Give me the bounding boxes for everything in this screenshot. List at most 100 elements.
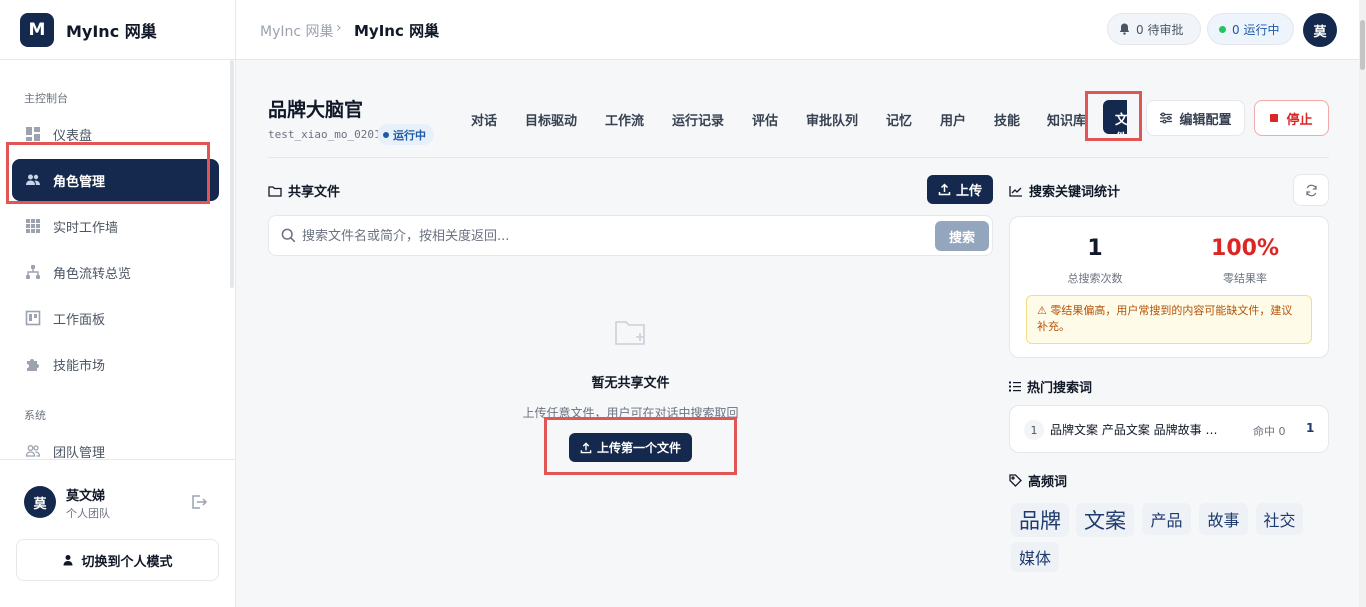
user-team: 个人团队 <box>66 507 110 520</box>
hot-search-list: 1 品牌文案 产品文案 品牌故事 社交媒体 命中 0 1 <box>1009 405 1329 453</box>
file-search-box: 搜索 <box>268 215 993 256</box>
logout-icon[interactable] <box>190 493 208 511</box>
grid-icon <box>24 217 42 235</box>
hot-search-rank: 1 <box>1024 420 1044 440</box>
tab-knowledge-clip: 知识库 <box>1047 100 1087 136</box>
frequent-words-heading: 高频词 <box>1009 471 1067 490</box>
users-icon <box>24 171 42 189</box>
hot-searches-heading: 热门搜索词 <box>1009 377 1092 396</box>
sidebar-item-label: 工作面板 <box>53 312 106 328</box>
tab-chat[interactable]: 对话 <box>471 110 497 129</box>
upload-button[interactable]: 上传 <box>927 175 993 204</box>
tab-knowledge-base[interactable]: 知识库 <box>1047 110 1086 129</box>
pending-approvals-label: 0 待审批 <box>1136 22 1184 37</box>
zero-result-rate-label: 零结果率 <box>1223 272 1267 285</box>
breadcrumb-current: MyInc 网巢 <box>354 22 440 40</box>
tab-run-log[interactable]: 运行记录 <box>672 110 724 129</box>
header-divider <box>268 157 1329 158</box>
search-stats-title: 搜索关键词统计 <box>1029 185 1121 200</box>
running-badge[interactable]: 0 运行中 <box>1207 13 1294 45</box>
upload-label: 上传 <box>955 184 982 199</box>
team-icon <box>24 442 42 458</box>
tab-goal-driven[interactable]: 目标驱动 <box>525 110 577 129</box>
top-avatar[interactable]: 莫 <box>1303 13 1337 47</box>
user-name: 莫文娣 <box>66 489 106 504</box>
word-tag[interactable]: 故事 <box>1199 503 1248 535</box>
sidebar-item-label: 技能市场 <box>53 358 106 374</box>
tab-skills[interactable]: 技能 <box>994 110 1020 129</box>
empty-folder-icon <box>614 318 648 352</box>
tag-icon <box>1009 474 1022 487</box>
stop-button[interactable]: 停止 <box>1254 100 1329 136</box>
hot-search-count: 1 <box>1306 421 1315 435</box>
switch-mode-label: 切换到个人模式 <box>81 554 173 570</box>
top-bar: MyInc 网巢 › MyInc 网巢 0 待审批 0 运行中 莫 <box>236 0 1366 60</box>
search-button[interactable]: 搜索 <box>935 221 989 251</box>
sliders-icon <box>1159 112 1173 124</box>
word-tag[interactable]: 品牌 <box>1011 503 1069 537</box>
sidebar-scrollbar[interactable] <box>230 60 234 288</box>
tab-approval-queue[interactable]: 审批队列 <box>806 110 858 129</box>
switch-mode-button[interactable]: 切换到个人模式 <box>16 539 219 581</box>
file-search-input[interactable] <box>302 224 922 248</box>
hot-search-term[interactable]: 品牌文案 产品文案 品牌故事 社交媒体 <box>1050 421 1225 438</box>
folder-icon <box>268 185 282 197</box>
edit-config-button[interactable]: 编辑配置 <box>1146 100 1245 136</box>
sidebar-item-work-panel[interactable]: 工作面板 <box>12 297 219 339</box>
sidebar-item-label: 角色管理 <box>53 174 106 190</box>
search-stats-card: 1 总搜索次数 100% 零结果率 ⚠ 零结果偏高，用户常搜到的内容可能缺文件，… <box>1009 216 1329 358</box>
kanban-icon <box>24 309 42 327</box>
tab-workflow[interactable]: 工作流 <box>605 110 644 129</box>
page-scrollbar-thumb[interactable] <box>1360 20 1365 70</box>
breadcrumb-separator: › <box>336 20 342 36</box>
list-icon <box>1009 381 1021 392</box>
role-status-label: 运行中 <box>393 128 426 142</box>
user-avatar[interactable]: 莫 <box>24 486 56 518</box>
sidebar: M MyInc 网巢 主控制台 仪表盘 角色管理 实时工作墙 角色流转总览 工作… <box>0 0 236 607</box>
sidebar-item-label: 团队管理 <box>53 446 106 458</box>
sidebar-item-team[interactable]: 团队管理 <box>12 430 219 458</box>
tab-evaluation[interactable]: 评估 <box>752 110 778 129</box>
trend-chart-icon <box>1009 185 1023 197</box>
brand-logo: M <box>20 13 54 47</box>
flow-icon <box>24 263 42 281</box>
breadcrumb-root[interactable]: MyInc 网巢 <box>260 21 334 41</box>
tab-memory[interactable]: 记忆 <box>886 110 912 129</box>
refresh-button[interactable] <box>1293 174 1329 206</box>
dashboard-icon <box>24 125 42 143</box>
upload-first-file-label: 上传第一个文件 <box>596 441 681 455</box>
word-tag[interactable]: 社交 <box>1256 503 1303 535</box>
zero-result-warning: ⚠ 零结果偏高，用户常搜到的内容可能缺文件，建议补充。 <box>1026 295 1312 344</box>
edit-config-label: 编辑配置 <box>1179 112 1232 128</box>
sidebar-item-label: 角色流转总览 <box>53 266 132 282</box>
sidebar-item-live-wall[interactable]: 实时工作墙 <box>12 205 219 247</box>
sidebar-item-dashboard[interactable]: 仪表盘 <box>12 113 219 155</box>
word-tag[interactable]: 文案 <box>1076 503 1134 537</box>
sidebar-section-main: 主控制台 <box>24 92 68 105</box>
word-tag[interactable]: 产品 <box>1142 503 1191 535</box>
role-status-badge: 运行中 <box>377 124 434 145</box>
search-icon <box>281 228 296 243</box>
shared-files-title: 共享文件 <box>288 185 341 200</box>
brand[interactable]: M MyInc 网巢 <box>20 13 157 47</box>
sidebar-divider <box>0 59 236 60</box>
tab-files[interactable]: 文件 <box>1103 100 1127 134</box>
pending-approvals-badge[interactable]: 0 待审批 <box>1107 13 1201 45</box>
tab-users[interactable]: 用户 <box>940 110 966 129</box>
refresh-icon <box>1305 184 1318 197</box>
hot-search-hits: 命中 0 <box>1253 425 1286 438</box>
page-scrollbar[interactable] <box>1359 0 1366 607</box>
sidebar-item-role-flow[interactable]: 角色流转总览 <box>12 251 219 293</box>
stop-label: 停止 <box>1286 112 1313 128</box>
upload-icon <box>580 441 592 454</box>
sidebar-item-roles[interactable]: 角色管理 <box>12 159 219 201</box>
hot-searches-title: 热门搜索词 <box>1027 381 1093 396</box>
frequent-words-title: 高频词 <box>1028 475 1068 490</box>
person-icon <box>62 554 74 566</box>
status-dot-icon <box>383 131 389 138</box>
upload-first-file-button[interactable]: 上传第一个文件 <box>569 433 692 462</box>
running-label: 0 运行中 <box>1232 22 1280 37</box>
zero-result-rate-value: 100% <box>1211 236 1279 261</box>
total-searches-value: 1 <box>1087 236 1103 261</box>
word-tag[interactable]: 媒体 <box>1011 542 1059 572</box>
